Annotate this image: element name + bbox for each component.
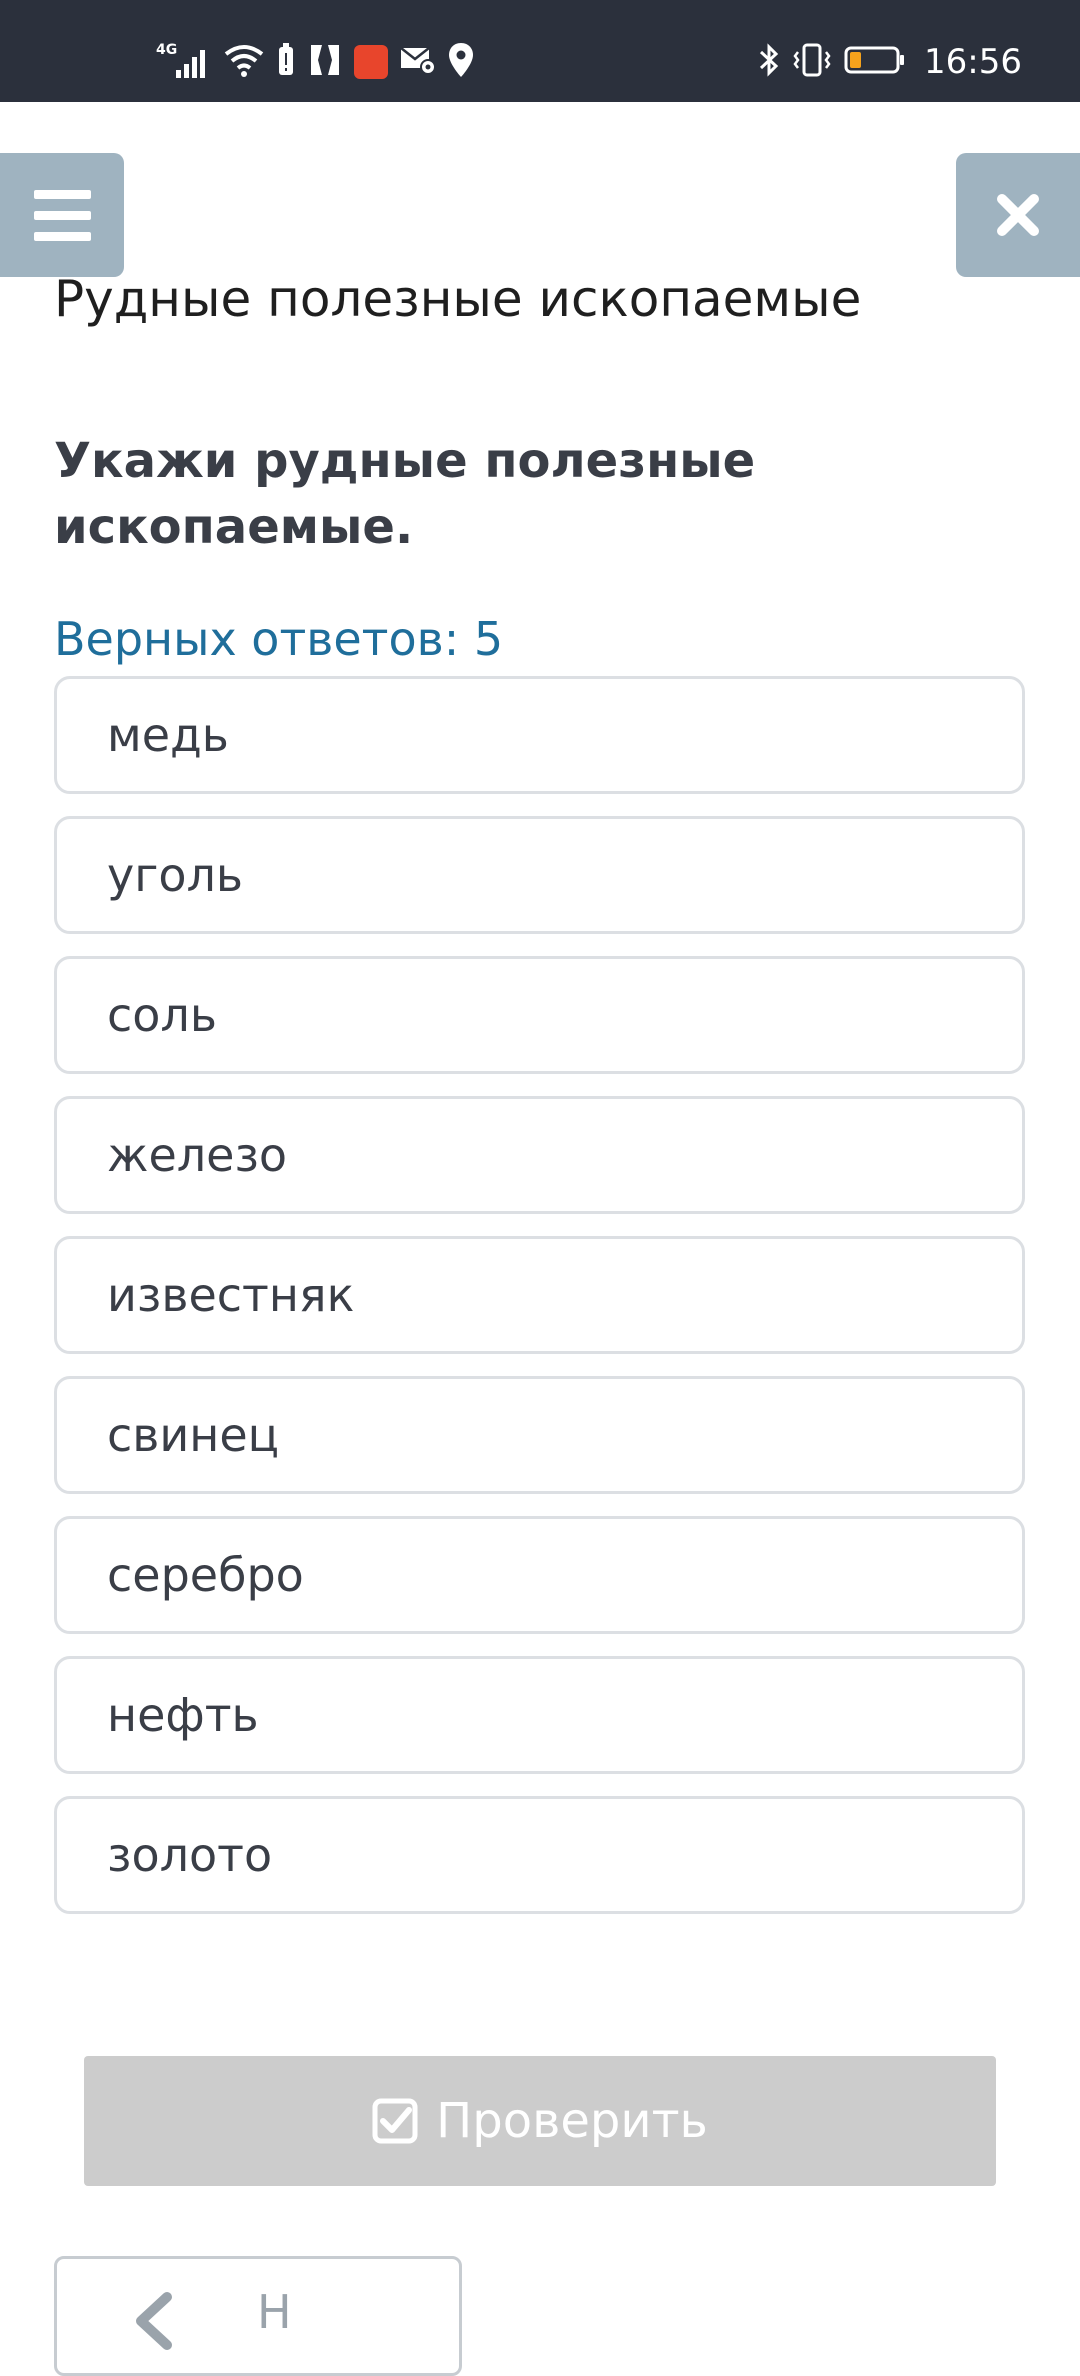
answer-option-label: золото (107, 1828, 273, 1882)
answer-option[interactable]: нефть (54, 1656, 1025, 1774)
answer-option[interactable]: железо (54, 1096, 1025, 1214)
signal-icon: 4G (156, 40, 212, 84)
answer-options-list: медь уголь соль железо известняк свинец … (54, 676, 1025, 1936)
status-icons-left: 4G (156, 36, 474, 88)
answer-option-label: нефть (107, 1688, 259, 1742)
question-text: Укажи рудные полезные ископаемые. (54, 433, 756, 555)
close-icon (997, 194, 1039, 236)
answer-option-label: соль (107, 988, 217, 1042)
answer-option-label: медь (107, 708, 229, 762)
answer-option[interactable]: уголь (54, 816, 1025, 934)
check-button[interactable]: Проверить (84, 2056, 996, 2186)
wifi-icon (224, 42, 264, 82)
answer-option-label: железо (107, 1128, 288, 1182)
app-icon (308, 42, 342, 82)
checkbox-check-icon (372, 2098, 418, 2144)
arrow-left-icon (136, 2292, 172, 2350)
answer-option[interactable]: соль (54, 956, 1025, 1074)
vibrate-icon (792, 42, 832, 82)
answer-option-label: уголь (107, 848, 244, 902)
answers-count: Верных ответов: 5 (54, 612, 504, 666)
location-icon (448, 42, 474, 82)
answer-option-label: свинец (107, 1408, 279, 1462)
battery-saver-icon (276, 42, 296, 82)
close-button[interactable] (956, 153, 1080, 277)
aliexpress-icon (354, 45, 388, 79)
clock: 16:56 (924, 42, 1022, 82)
check-button-label: Проверить (436, 2093, 708, 2149)
answer-option-label: серебро (107, 1548, 304, 1602)
answer-option-label: известняк (107, 1268, 355, 1322)
back-button[interactable]: Н (54, 2256, 462, 2376)
back-button-label: Н (257, 2285, 292, 2339)
network-type: 4G (156, 42, 177, 58)
page-title: Рудные полезные ископаемые (54, 270, 862, 328)
status-icons-right: 16:56 (758, 36, 1022, 88)
answer-option[interactable]: серебро (54, 1516, 1025, 1634)
menu-button[interactable] (0, 153, 124, 277)
mail-settings-icon (400, 45, 436, 79)
status-bar: 4G 16:56 (0, 0, 1080, 102)
answer-option[interactable]: свинец (54, 1376, 1025, 1494)
battery-icon (844, 44, 906, 80)
answer-option[interactable]: медь (54, 676, 1025, 794)
answer-option[interactable]: золото (54, 1796, 1025, 1914)
answer-option[interactable]: известняк (54, 1236, 1025, 1354)
bluetooth-icon (758, 42, 780, 82)
